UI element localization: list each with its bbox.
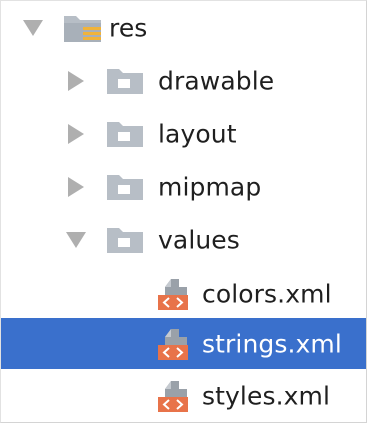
tree-node-label: mipmap: [158, 172, 262, 201]
xml-file-icon: [158, 328, 188, 360]
folder-icon: [107, 227, 143, 253]
tree-node-label: values: [158, 225, 240, 254]
tree-node-colors-xml[interactable]: colors.xml: [1, 267, 366, 320]
expand-arrow-down-icon[interactable]: [66, 231, 86, 248]
expand-arrow-right-icon[interactable]: [68, 123, 84, 144]
tree-node-styles-xml[interactable]: styles.xml: [1, 369, 366, 422]
project-tree-panel: res drawable layout mipmap values colors…: [0, 0, 367, 423]
expand-arrow-right-icon[interactable]: [68, 70, 84, 91]
tree-node-label: layout: [158, 119, 237, 148]
tree-node-res[interactable]: res: [1, 1, 366, 54]
folder-icon: [107, 121, 143, 147]
xml-file-icon: [158, 278, 188, 310]
tree-node-mipmap[interactable]: mipmap: [1, 160, 366, 213]
tree-node-drawable[interactable]: drawable: [1, 54, 366, 107]
folder-icon: [107, 68, 143, 94]
expand-arrow-right-icon[interactable]: [68, 176, 84, 197]
tree-node-values[interactable]: values: [1, 213, 366, 266]
tree-node-label: strings.xml: [202, 329, 342, 358]
folder-icon: [107, 174, 143, 200]
tree-node-layout[interactable]: layout: [1, 107, 366, 160]
xml-file-icon: [158, 380, 188, 412]
tree-node-strings-xml[interactable]: strings.xml: [1, 318, 366, 369]
tree-node-label: res: [109, 13, 148, 42]
expand-arrow-down-icon[interactable]: [23, 19, 43, 36]
tree-node-label: drawable: [158, 66, 275, 95]
tree-node-label: styles.xml: [202, 381, 331, 410]
resource-folder-icon: [64, 15, 101, 42]
tree-node-label: colors.xml: [202, 279, 332, 308]
